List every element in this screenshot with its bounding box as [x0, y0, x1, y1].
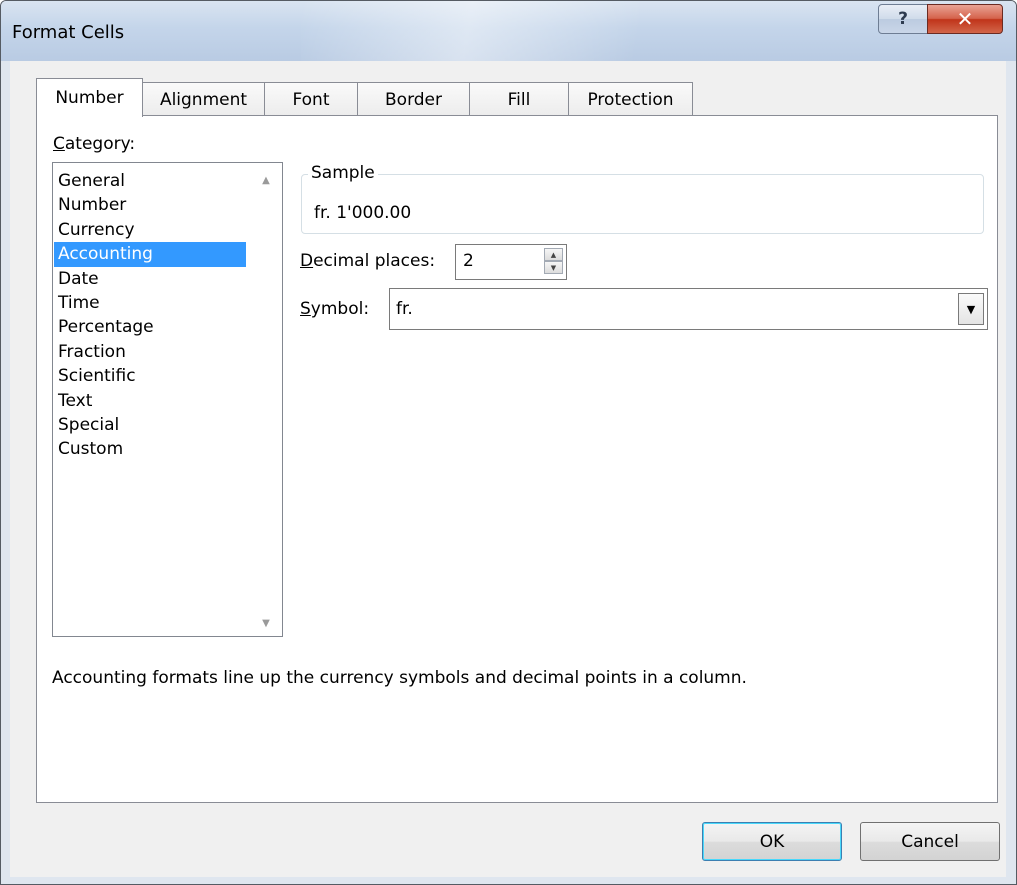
category-item-custom[interactable]: Custom: [54, 437, 246, 461]
category-item-text[interactable]: Text: [54, 389, 246, 413]
symbol-label: Symbol:: [300, 299, 370, 319]
tab-font[interactable]: Font: [264, 82, 358, 116]
tab-label: Fill: [507, 89, 531, 110]
help-button[interactable]: ?: [878, 4, 928, 34]
dialog-body: Number Alignment Font Border Fill Protec…: [10, 61, 1006, 877]
scroll-up-icon[interactable]: ▲: [257, 171, 275, 189]
category-list: General Number Currency Accounting Date Time P…: [54, 169, 246, 462]
sample-value: fr. 1'000.00: [314, 203, 412, 223]
cancel-button-label: Cancel: [901, 831, 959, 852]
spin-down-icon[interactable]: ▼: [544, 261, 563, 274]
sample-group: Sample fr. 1'000.00: [301, 163, 984, 234]
category-item-number[interactable]: Number: [54, 193, 246, 217]
decimal-places-value: 2: [463, 251, 474, 271]
number-tab-panel: Category: General Number Currency Accountin…: [36, 115, 998, 803]
tab-alignment[interactable]: Alignment: [142, 82, 265, 116]
tab-fill[interactable]: Fill: [469, 82, 569, 116]
close-icon: ✕: [956, 7, 974, 31]
category-item-general[interactable]: General: [54, 169, 246, 193]
tab-protection[interactable]: Protection: [568, 82, 693, 116]
tab-label: Number: [55, 88, 124, 108]
format-description: Accounting formats line up the currency …: [52, 668, 747, 688]
tab-border[interactable]: Border: [357, 82, 470, 116]
ok-button[interactable]: OK: [702, 822, 842, 861]
tab-label: Border: [385, 89, 442, 110]
decimal-places-spinner[interactable]: ▲ ▼: [544, 248, 563, 275]
category-item-accounting[interactable]: Accounting: [54, 242, 246, 267]
format-cells-dialog: Format Cells ? ✕ Number Alignment Font B…: [0, 0, 1017, 885]
category-label: Category:: [53, 134, 136, 154]
chevron-down-icon[interactable]: ▼: [958, 293, 984, 325]
category-item-scientific[interactable]: Scientific: [54, 364, 246, 388]
symbol-value: fr.: [396, 299, 413, 319]
scroll-down-icon[interactable]: ▼: [257, 614, 275, 632]
category-item-currency[interactable]: Currency: [54, 218, 246, 242]
title-sheen: [301, 1, 721, 61]
sample-legend: Sample: [308, 163, 378, 183]
category-item-percentage[interactable]: Percentage: [54, 315, 246, 339]
window-title: Format Cells: [12, 22, 125, 43]
category-item-time[interactable]: Time: [54, 291, 246, 315]
help-icon: ?: [898, 9, 908, 29]
category-item-fraction[interactable]: Fraction: [54, 340, 246, 364]
symbol-select[interactable]: fr. ▼: [389, 288, 988, 330]
close-button[interactable]: ✕: [927, 4, 1003, 34]
decimal-places-input[interactable]: 2 ▲ ▼: [455, 244, 567, 280]
category-item-special[interactable]: Special: [54, 413, 246, 437]
tab-label: Protection: [587, 89, 674, 110]
title-bar[interactable]: Format Cells ? ✕: [1, 1, 1016, 61]
tab-number[interactable]: Number: [36, 78, 143, 117]
cancel-button[interactable]: Cancel: [860, 822, 1000, 861]
spin-up-icon[interactable]: ▲: [544, 248, 563, 261]
tab-label: Alignment: [159, 89, 248, 110]
tab-label: Font: [292, 89, 330, 110]
ok-button-label: OK: [759, 831, 785, 852]
decimal-places-label: Decimal places:: [300, 251, 436, 271]
category-listbox[interactable]: General Number Currency Accounting Date Time P…: [52, 162, 283, 637]
category-item-date[interactable]: Date: [54, 267, 246, 291]
